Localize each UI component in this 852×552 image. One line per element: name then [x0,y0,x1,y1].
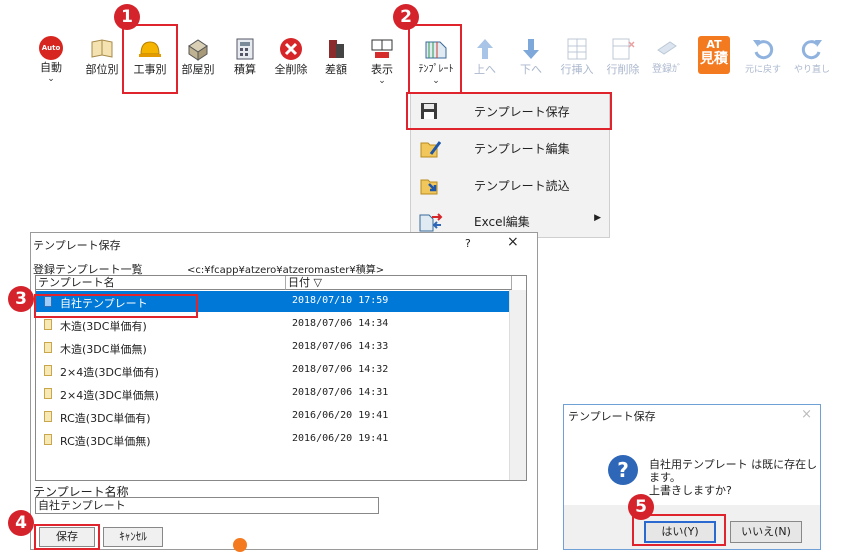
calculator-icon [232,36,258,62]
template-button-highlight [408,24,462,94]
menu-item-template-load[interactable]: テンプレート読込 [411,167,609,203]
delete-all-icon [278,36,304,62]
folder-edit-icon [419,138,442,158]
display-button[interactable]: 表示 ⌄ [364,36,400,88]
delete-row-icon [610,36,636,62]
table-row[interactable]: 木造(3DC単価無) 2018/07/06 14:33 [36,337,510,358]
insert-row-button[interactable]: 行挿入 [558,36,596,88]
folder-path: <c:¥fcapp¥atzero¥atzeromaster¥積算> [187,265,385,276]
vertical-scrollbar[interactable] [509,290,526,480]
cancel-button[interactable]: ｷｬﾝｾﾙ [103,527,163,547]
insert-row-icon [564,36,590,62]
at-estimate-button[interactable]: AT 見積 [696,36,732,88]
room-icon [185,36,211,62]
column-header-date[interactable]: 日付 ▽ [286,276,512,290]
difference-icon [323,36,349,62]
by-part-button[interactable]: 部位別 [80,36,124,88]
file-icon [44,388,52,399]
column-header-name[interactable]: テンプレート名 [36,276,286,290]
close-button[interactable]: × [801,407,812,422]
submenu-arrow-icon: ▶ [594,213,601,223]
step-4-badge: 4 [8,510,34,536]
menu-item-template-edit[interactable]: テンプレート編集 [411,130,609,166]
step-2-badge: 2 [393,4,419,30]
question-icon: ? [608,455,638,485]
difference-button[interactable]: 差額 [318,36,354,88]
undo-icon [750,36,776,62]
file-icon [44,411,52,422]
chevron-down-icon: ⌄ [47,74,55,84]
close-button[interactable]: × [507,234,519,250]
delete-row-button[interactable]: 行削除 [604,36,642,88]
by-room-button[interactable]: 部屋別 [176,36,220,88]
estimate-calc-button[interactable]: 積算 [226,36,264,88]
arrow-down-icon [518,36,544,62]
undo-button[interactable]: 元に戻す [742,36,784,88]
register-button[interactable]: 登録ｶﾞ [648,36,686,88]
estimate-icon: AT 見積 [698,36,730,74]
table-row[interactable]: RC造(3DC単価有) 2016/06/20 19:41 [36,406,510,427]
step-3-badge: 3 [8,286,34,312]
step-5-badge: 5 [628,494,654,520]
folder-open-icon [419,175,439,195]
move-up-button[interactable]: 上へ [470,36,500,88]
register-icon [654,36,680,62]
move-down-button[interactable]: 下へ [516,36,546,88]
file-icon [44,342,52,353]
construction-button-highlight [122,24,178,94]
confirm-message: 自社用テンプレート は既に存在します。 上書きしますか? [649,458,818,497]
confirm-title: テンプレート保存 [568,410,656,423]
auto-icon: Auto [39,36,63,60]
selected-row-highlight [34,294,198,318]
arrow-up-icon [472,36,498,62]
chevron-down-icon: ⌄ [378,76,386,86]
excel-transfer-icon [419,211,443,232]
redo-button[interactable]: やり直し [790,36,834,88]
template-name-input[interactable]: 自社テンプレート [35,497,379,514]
no-button[interactable]: いいえ(N) [730,521,802,543]
save-button-highlight [34,524,100,550]
book-icon [89,36,115,62]
display-icon [369,36,395,62]
file-icon [44,319,52,330]
file-icon [44,434,52,445]
dialog-title: テンプレート保存 [33,239,121,252]
step-1-badge: 1 [114,4,140,30]
auto-button[interactable]: Auto 自動 ⌄ [34,36,68,88]
delete-all-button[interactable]: 全削除 [270,36,312,88]
redo-icon [799,36,825,62]
table-row[interactable]: 2×4造(3DC単価有) 2018/07/06 14:32 [36,360,510,381]
table-row[interactable]: 2×4造(3DC単価無) 2018/07/06 14:31 [36,383,510,404]
template-save-highlight [406,92,612,130]
help-button[interactable]: ? [465,237,471,250]
file-icon [44,365,52,376]
table-row[interactable]: RC造(3DC単価無) 2016/06/20 19:41 [36,429,510,450]
template-save-dialog: テンプレート保存 ? × 登録テンプレート一覧 <c:¥fcapp¥atzero… [30,232,538,550]
